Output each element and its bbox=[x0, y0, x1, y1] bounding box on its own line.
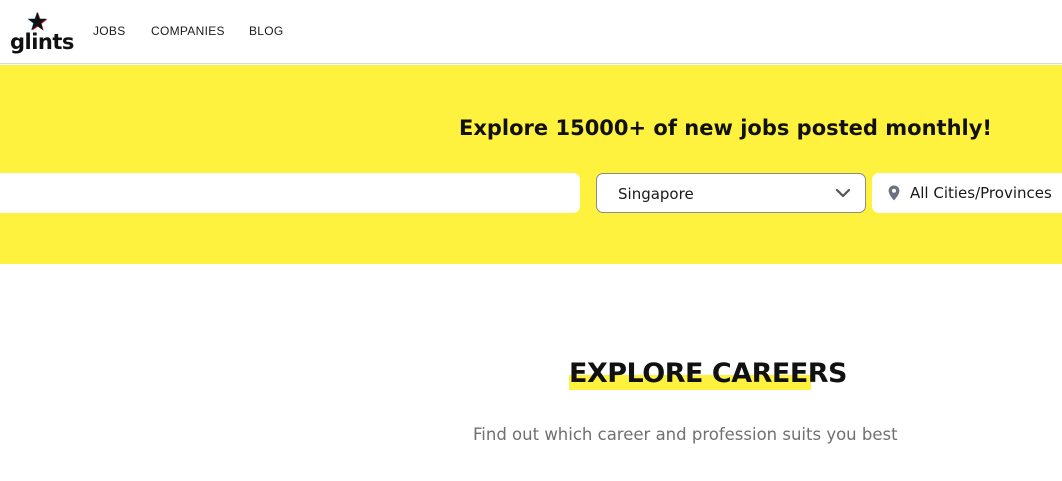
glints-logo[interactable]: glints bbox=[10, 10, 74, 54]
top-navbar: glints JOBS COMPANIES BLOG bbox=[0, 0, 1062, 64]
country-value: Singapore bbox=[618, 185, 694, 203]
careers-title-wrap: EXPLORE CAREERS bbox=[569, 358, 848, 390]
careers-subtitle: Find out which career and profession sui… bbox=[473, 425, 898, 444]
city-value: All Cities/Provinces bbox=[910, 184, 1052, 202]
careers-title: EXPLORE CAREERS bbox=[569, 358, 848, 389]
jobs-count: 15000+ bbox=[555, 116, 647, 140]
hero-headline: Explore 15000+ of new jobs posted monthl… bbox=[459, 116, 992, 140]
logo-wordmark: glints bbox=[10, 30, 74, 54]
country-dropdown[interactable]: Singapore bbox=[596, 173, 866, 213]
headline-prefix: Explore bbox=[459, 116, 556, 140]
job-search-input[interactable] bbox=[0, 173, 580, 213]
nav-companies-link[interactable]: COMPANIES bbox=[151, 24, 225, 38]
city-dropdown[interactable]: All Cities/Provinces bbox=[872, 173, 1062, 213]
hero-banner: Explore 15000+ of new jobs posted monthl… bbox=[0, 65, 1062, 264]
nav-blog-link[interactable]: BLOG bbox=[249, 24, 284, 38]
map-pin-icon bbox=[888, 185, 900, 201]
headline-suffix: of new jobs posted monthly! bbox=[646, 116, 992, 140]
nav-jobs-link[interactable]: JOBS bbox=[93, 24, 126, 38]
chevron-down-icon bbox=[835, 188, 851, 198]
